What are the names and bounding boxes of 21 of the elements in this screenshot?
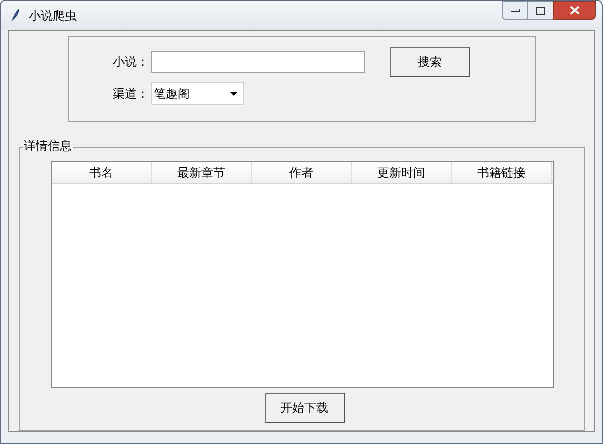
novel-input-field[interactable] xyxy=(151,51,365,73)
column-header[interactable]: 更新时间 xyxy=(352,162,452,183)
minimize-icon xyxy=(510,9,520,12)
column-header[interactable]: 书名 xyxy=(52,162,152,183)
maximize-button[interactable] xyxy=(528,1,553,20)
download-button[interactable]: 开始下载 xyxy=(264,393,344,423)
channel-dropdown[interactable]: 笔趣阁 xyxy=(151,82,244,105)
close-button[interactable] xyxy=(553,1,596,20)
channel-label: 渠道： xyxy=(113,86,150,102)
search-button[interactable]: 搜索 xyxy=(390,47,470,77)
feather-icon xyxy=(9,8,21,24)
column-header[interactable]: 最新章节 xyxy=(152,162,252,183)
close-icon xyxy=(570,6,580,15)
details-title: 详情信息 xyxy=(23,139,73,153)
window-title: 小说爬虫 xyxy=(29,8,77,24)
dropdown-arrow-icon xyxy=(230,92,238,96)
column-header[interactable]: 书籍链接 xyxy=(452,162,552,183)
maximize-icon xyxy=(536,6,545,14)
column-header[interactable]: 作者 xyxy=(252,162,352,183)
novel-label: 小说： xyxy=(113,54,150,71)
minimize-button[interactable] xyxy=(502,1,528,20)
